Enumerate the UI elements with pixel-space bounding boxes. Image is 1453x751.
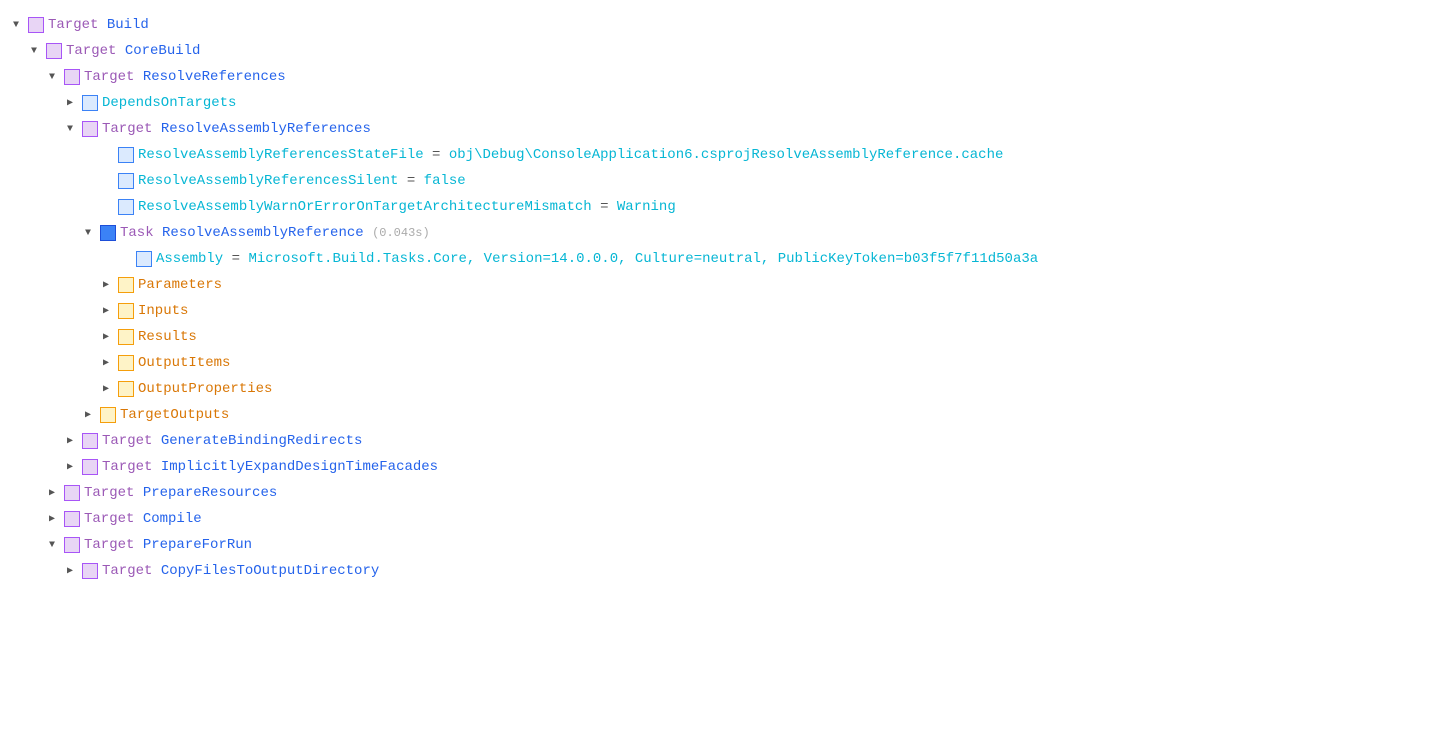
node-results[interactable]: Results — [8, 324, 1445, 350]
icon-prepareforrun — [64, 537, 80, 553]
node-build[interactable]: Target Build — [8, 12, 1445, 38]
icon-resolveassemblyrefs — [82, 121, 98, 137]
node-generatebinding[interactable]: Target GenerateBindingRedirects — [8, 428, 1445, 454]
icon-implicitlyexpand — [82, 459, 98, 475]
label-compile: Target Compile — [84, 511, 202, 527]
node-prepareresources[interactable]: Target PrepareResources — [8, 480, 1445, 506]
icon-parameters — [118, 277, 134, 293]
label-dependsontargets: DependsOnTargets — [102, 95, 236, 111]
node-task-resolveassemblyref[interactable]: Task ResolveAssemblyReference (0.043s) — [8, 220, 1445, 246]
expander-resolvereferences[interactable] — [44, 69, 60, 85]
node-copyfiles[interactable]: Target CopyFilesToOutputDirectory — [8, 558, 1445, 584]
node-implicitlyexpand[interactable]: Target ImplicitlyExpandDesignTimeFacades — [8, 454, 1445, 480]
label-copyfiles: Target CopyFilesToOutputDirectory — [102, 563, 379, 579]
icon-targetoutputs — [100, 407, 116, 423]
icon-prop-silent — [118, 173, 134, 189]
label-parameters: Parameters — [138, 277, 222, 293]
icon-copyfiles — [82, 563, 98, 579]
icon-outputprops — [118, 381, 134, 397]
node-inputs[interactable]: Inputs — [8, 298, 1445, 324]
icon-prop-statefile — [118, 147, 134, 163]
expander-generatebinding[interactable] — [62, 433, 78, 449]
label-assembly-val: Assembly = Microsoft.Build.Tasks.Core, V… — [156, 251, 1038, 267]
expander-parameters[interactable] — [98, 277, 114, 293]
icon-generatebinding — [82, 433, 98, 449]
icon-prop-warn — [118, 199, 134, 215]
icon-resolvereferences — [64, 69, 80, 85]
label-implicitlyexpand: Target ImplicitlyExpandDesignTimeFacades — [102, 459, 438, 475]
icon-outputitems — [118, 355, 134, 371]
label-inputs: Inputs — [138, 303, 188, 319]
node-compile[interactable]: Target Compile — [8, 506, 1445, 532]
expander-copyfiles[interactable] — [62, 563, 78, 579]
label-targetoutputs: TargetOutputs — [120, 407, 229, 423]
icon-prepareresources — [64, 485, 80, 501]
node-prepareforrun[interactable]: Target PrepareForRun — [8, 532, 1445, 558]
label-generatebinding: Target GenerateBindingRedirects — [102, 433, 362, 449]
icon-task-resolveassemblyref — [100, 225, 116, 241]
node-targetoutputs[interactable]: TargetOutputs — [8, 402, 1445, 428]
expander-dependsontargets[interactable] — [62, 95, 78, 111]
label-corebuild: Target CoreBuild — [66, 43, 200, 59]
node-prop-warn[interactable]: ResolveAssemblyWarnOrErrorOnTargetArchit… — [8, 194, 1445, 220]
label-prepareresources: Target PrepareResources — [84, 485, 277, 501]
icon-dependsontargets — [82, 95, 98, 111]
expander-build[interactable] — [8, 17, 24, 33]
tree-container: Target Build Target CoreBuild Target Res… — [0, 8, 1453, 588]
label-outputitems: OutputItems — [138, 355, 230, 371]
node-corebuild[interactable]: Target CoreBuild — [8, 38, 1445, 64]
label-resolveassemblyrefs: Target ResolveAssemblyReferences — [102, 121, 371, 137]
expander-inputs[interactable] — [98, 303, 114, 319]
label-prepareforrun: Target PrepareForRun — [84, 537, 252, 553]
icon-assembly-val — [136, 251, 152, 267]
expander-task-resolveassemblyref[interactable] — [80, 225, 96, 241]
node-resolvereferences[interactable]: Target ResolveReferences — [8, 64, 1445, 90]
icon-inputs — [118, 303, 134, 319]
expander-resolveassemblyrefs[interactable] — [62, 121, 78, 137]
icon-compile — [64, 511, 80, 527]
label-task-resolveassemblyref: Task ResolveAssemblyReference (0.043s) — [120, 225, 430, 241]
expander-targetoutputs[interactable] — [80, 407, 96, 423]
expander-outputitems[interactable] — [98, 355, 114, 371]
icon-corebuild — [46, 43, 62, 59]
node-prop-silent[interactable]: ResolveAssemblyReferencesSilent = false — [8, 168, 1445, 194]
expander-corebuild[interactable] — [26, 43, 42, 59]
expander-compile[interactable] — [44, 511, 60, 527]
expander-results[interactable] — [98, 329, 114, 345]
label-prop-statefile: ResolveAssemblyReferencesStateFile = obj… — [138, 147, 1003, 163]
icon-build — [28, 17, 44, 33]
label-resolvereferences: Target ResolveReferences — [84, 69, 286, 85]
expander-prepareforrun[interactable] — [44, 537, 60, 553]
expander-implicitlyexpand[interactable] — [62, 459, 78, 475]
node-prop-statefile[interactable]: ResolveAssemblyReferencesStateFile = obj… — [8, 142, 1445, 168]
label-results: Results — [138, 329, 197, 345]
node-outputprops[interactable]: OutputProperties — [8, 376, 1445, 402]
node-outputitems[interactable]: OutputItems — [8, 350, 1445, 376]
label-build: Target Build — [48, 17, 149, 33]
node-dependsontargets[interactable]: DependsOnTargets — [8, 90, 1445, 116]
icon-results — [118, 329, 134, 345]
expander-outputprops[interactable] — [98, 381, 114, 397]
label-prop-silent: ResolveAssemblyReferencesSilent = false — [138, 173, 466, 189]
node-parameters[interactable]: Parameters — [8, 272, 1445, 298]
node-assembly-val[interactable]: Assembly = Microsoft.Build.Tasks.Core, V… — [8, 246, 1445, 272]
label-prop-warn: ResolveAssemblyWarnOrErrorOnTargetArchit… — [138, 199, 676, 215]
expander-prepareresources[interactable] — [44, 485, 60, 501]
label-outputprops: OutputProperties — [138, 381, 272, 397]
node-resolveassemblyrefs[interactable]: Target ResolveAssemblyReferences — [8, 116, 1445, 142]
